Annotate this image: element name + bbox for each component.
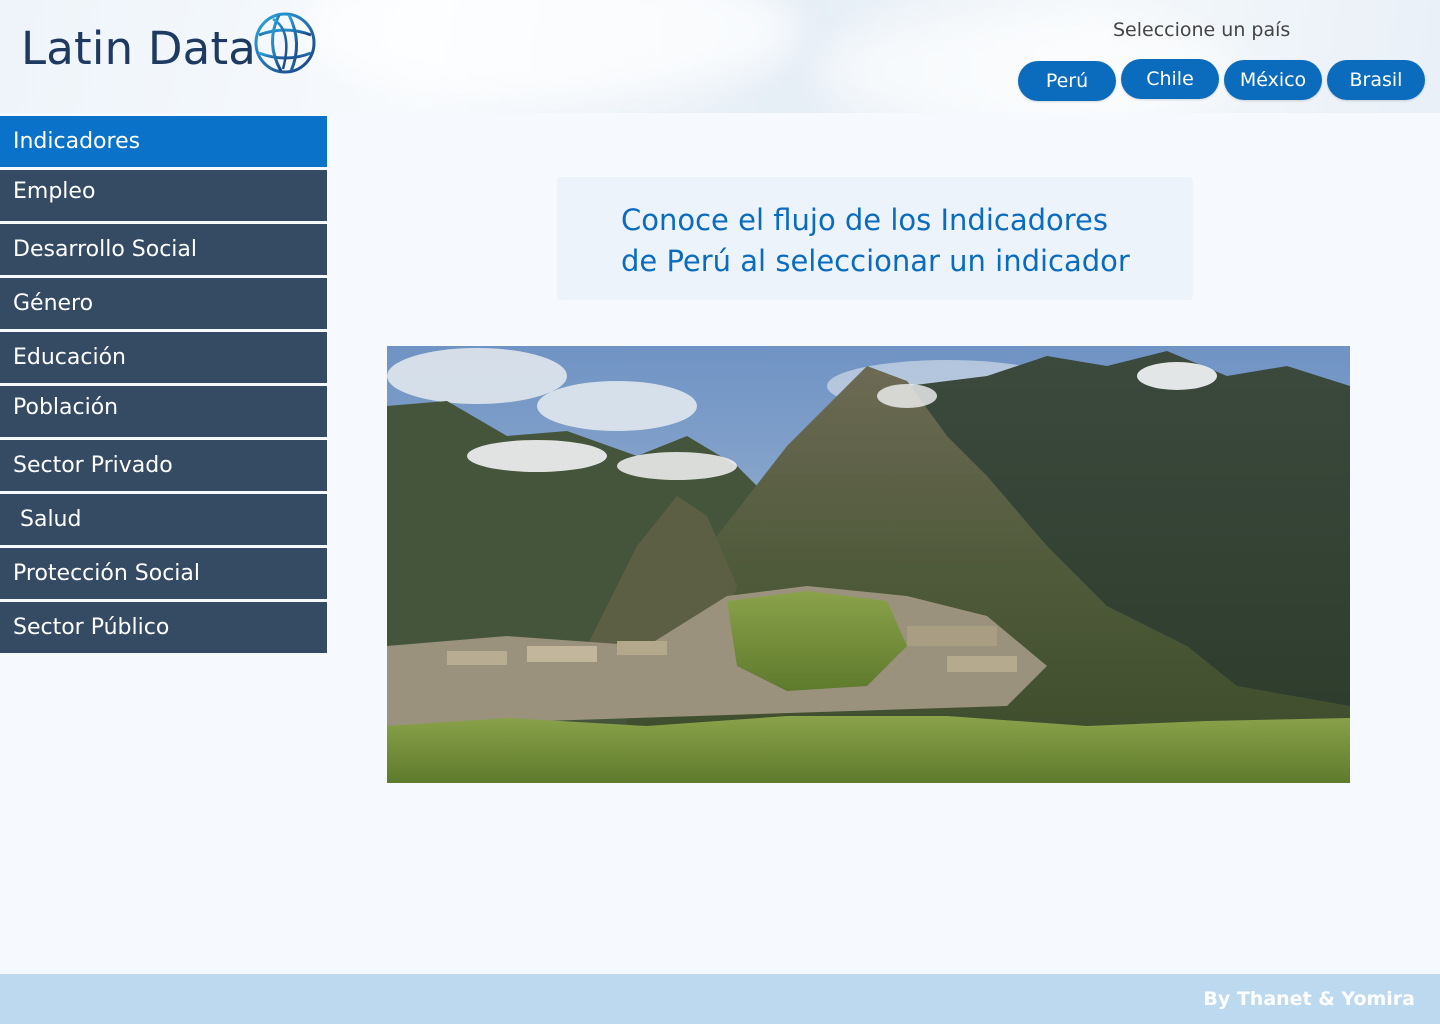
sidebar-item-educacion[interactable]: Educación bbox=[0, 332, 327, 383]
sidebar-item-empleo[interactable]: Empleo bbox=[0, 170, 327, 221]
machu-picchu-photo bbox=[387, 346, 1350, 783]
sidebar-item-sector-publico[interactable]: Sector Público bbox=[0, 602, 327, 653]
sidebar-item-indicadores[interactable]: Indicadores bbox=[0, 116, 327, 167]
hero-image-machu-picchu bbox=[387, 346, 1350, 783]
header-banner: Latin Data Seleccione un país Perú Chile… bbox=[0, 0, 1440, 113]
sidebar-item-proteccion-social[interactable]: Protección Social bbox=[0, 548, 327, 599]
intro-line-2: de Perú al seleccionar un indicador bbox=[621, 244, 1130, 278]
sidebar-item-poblacion[interactable]: Población bbox=[0, 386, 327, 437]
footer-bar: By Thanet & Yomira bbox=[0, 974, 1440, 1024]
country-button-chile[interactable]: Chile bbox=[1121, 59, 1219, 99]
sidebar-item-desarrollo-social[interactable]: Desarrollo Social bbox=[0, 224, 327, 275]
intro-message: Conoce el flujo de los Indicadores de Pe… bbox=[557, 177, 1193, 300]
country-button-brasil[interactable]: Brasil bbox=[1327, 60, 1425, 100]
sidebar-item-sector-privado[interactable]: Sector Privado bbox=[0, 440, 327, 491]
country-button-peru[interactable]: Perú bbox=[1018, 61, 1116, 101]
sidebar-item-genero[interactable]: Género bbox=[0, 278, 327, 329]
sidebar-item-salud[interactable]: Salud bbox=[0, 494, 327, 545]
footer-credit: By Thanet & Yomira bbox=[1203, 988, 1415, 1010]
country-select-label: Seleccione un país bbox=[1113, 19, 1291, 41]
intro-line-1: Conoce el flujo de los Indicadores bbox=[621, 203, 1108, 237]
country-button-mexico[interactable]: México bbox=[1224, 60, 1322, 100]
globe-icon bbox=[254, 12, 316, 74]
sky-cloud bbox=[300, 0, 800, 100]
app-title: Latin Data bbox=[21, 22, 257, 75]
